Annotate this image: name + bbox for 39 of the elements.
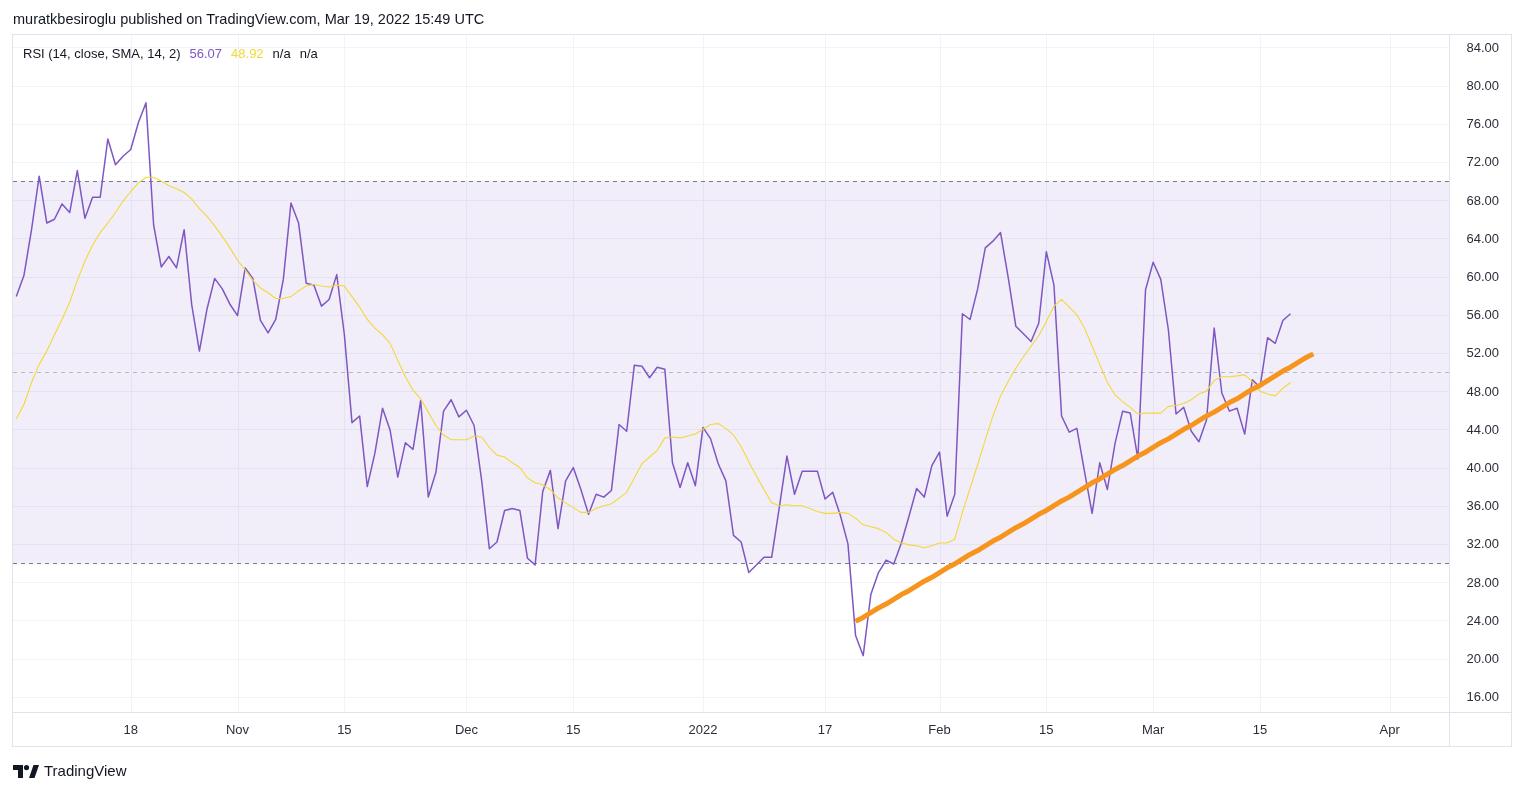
brand-name: TradingView (44, 761, 127, 781)
time-axis-label: Dec (454, 721, 478, 737)
price-axis-label: 64.00 (1466, 230, 1499, 246)
price-axis-label: 48.00 (1466, 383, 1499, 399)
price-axis-label: 52.00 (1466, 345, 1499, 361)
price-axis-label: 76.00 (1466, 116, 1499, 132)
price-axis-label: 80.00 (1466, 78, 1499, 93)
trend-line[interactable] (854, 351, 1315, 624)
price-axis-label: 68.00 (1466, 192, 1499, 208)
price-axis-label: 72.00 (1466, 154, 1499, 170)
time-axis-label: Apr (1379, 721, 1400, 737)
price-axis-label: 40.00 (1466, 460, 1499, 475)
price-axis-label: 28.00 (1466, 574, 1499, 590)
indicator-value: 48.92 (231, 46, 264, 62)
indicator-value: n/a (272, 46, 291, 62)
price-axis-label: 84.00 (1466, 39, 1499, 55)
price-axis-label: 56.00 (1466, 307, 1499, 323)
time-axis-label: 15 (337, 721, 352, 737)
price-axis-label: 60.00 (1466, 269, 1499, 284)
time-axis-label: Nov (226, 721, 250, 737)
author-line: muratkbesiroglu published on TradingView.com, Mar 19, 2022 15:49 UTC (13, 10, 485, 28)
time-axis-label: 15 (1252, 721, 1268, 737)
time-axis-label: 15 (1039, 721, 1054, 737)
time-axis-label: 2022 (688, 721, 718, 737)
time-axis-label: 15 (566, 721, 581, 737)
indicator-value: n/a (299, 46, 318, 62)
indicator-value: 56.07 (189, 46, 223, 62)
price-axis-label: 36.00 (1466, 498, 1499, 514)
price-axis-label: 44.00 (1466, 421, 1499, 437)
price-axis-label: 16.00 (1466, 689, 1499, 705)
price-axis-label: 20.00 (1466, 651, 1499, 666)
price-axis-label: 32.00 (1466, 536, 1499, 552)
time-axis-label: 18 (123, 721, 138, 737)
time-axis-label: 17 (817, 721, 833, 737)
time-axis-label: Feb (928, 721, 951, 737)
indicator-title: RSI (14, close, SMA, 14, 2) (23, 46, 181, 62)
price-axis-label: 24.00 (1466, 612, 1499, 628)
logo-icon (13, 764, 39, 778)
time-axis-label: Mar (1141, 721, 1165, 737)
